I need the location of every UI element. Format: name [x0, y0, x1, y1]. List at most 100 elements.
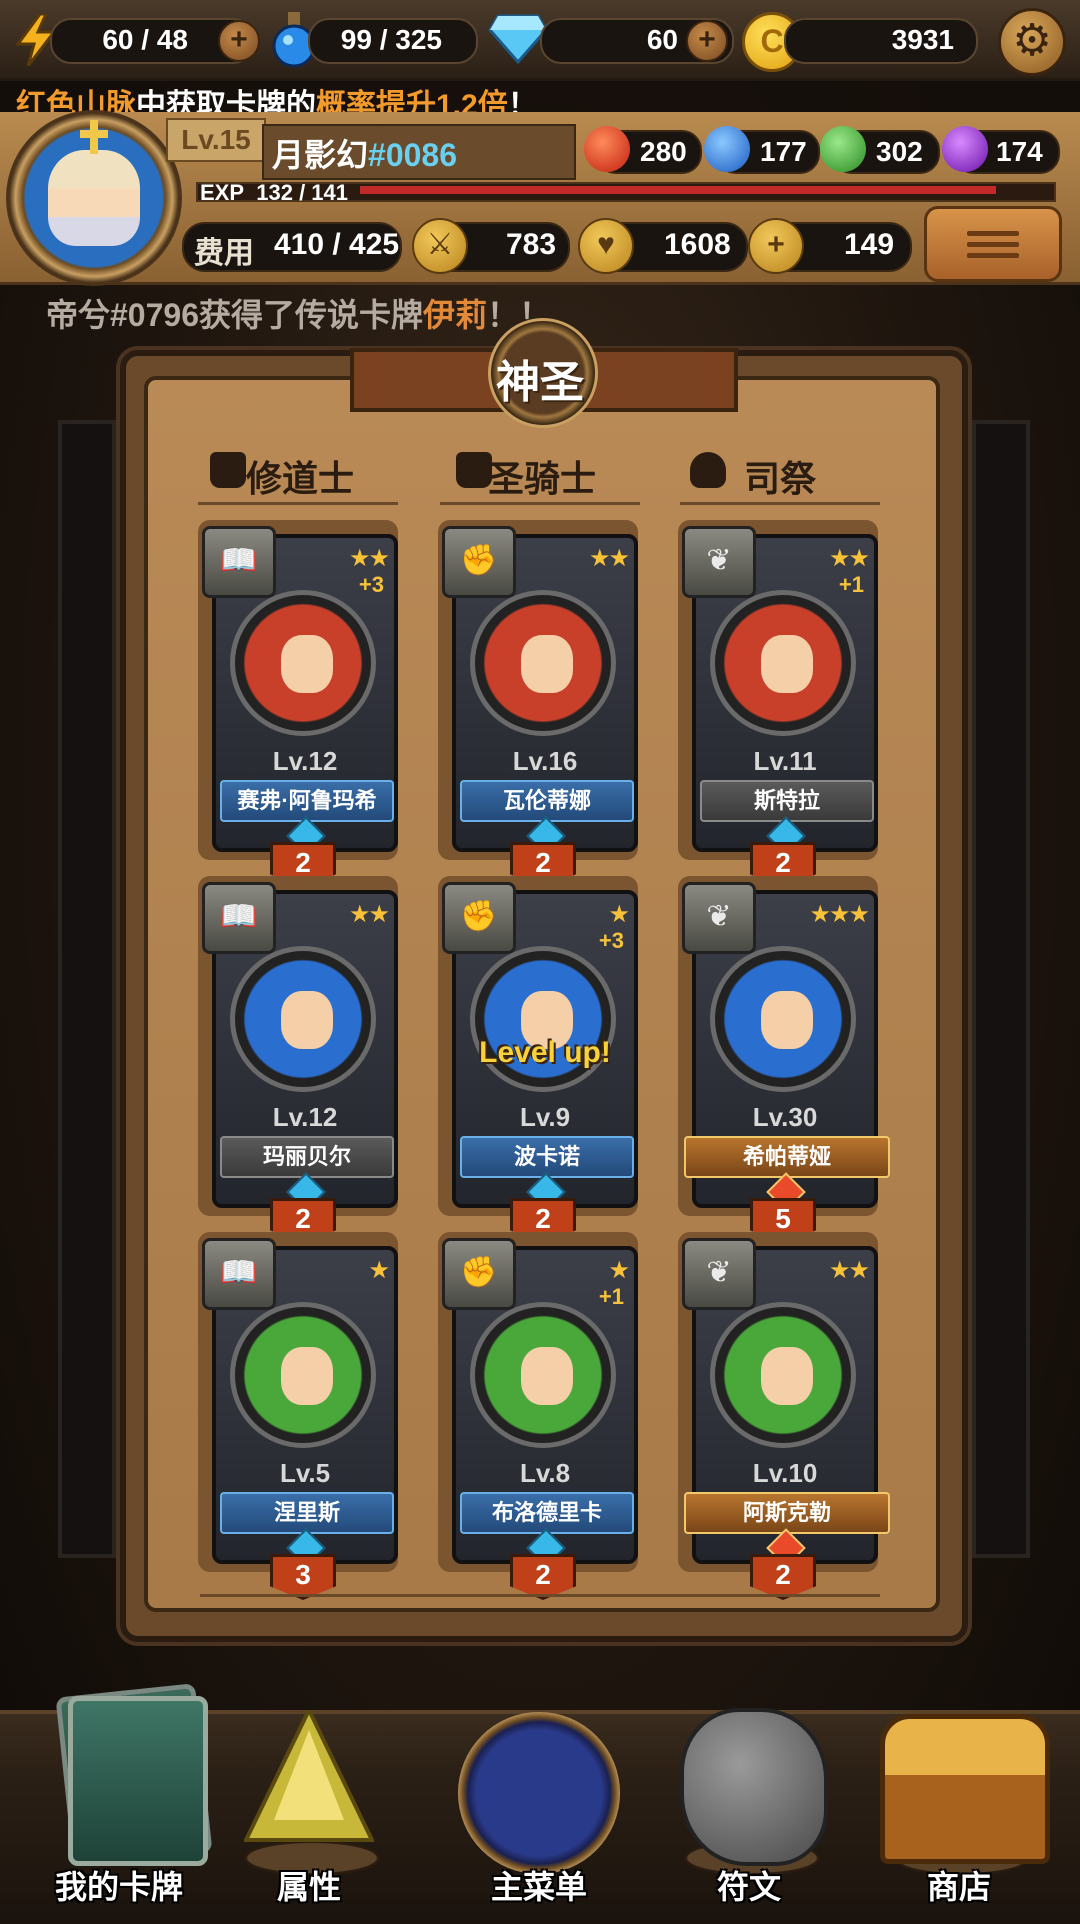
hero-portrait — [710, 590, 856, 736]
gear-icon: ⚙ — [1012, 16, 1052, 65]
star-rating: ★★★ — [809, 901, 870, 928]
water-orb-icon — [704, 126, 750, 172]
nature-orb-value: 302 — [876, 136, 923, 167]
card-name: 阿斯克勒 — [684, 1492, 890, 1534]
hero-card[interactable]: ❦ ★★ +1 Lv.11 斯特拉 — [682, 526, 878, 856]
star-rating: ★★ — [348, 545, 390, 572]
class-header-priest: 司祭 — [743, 458, 816, 499]
news-ticker: 帝兮#0796获得了传说卡牌伊莉！！ — [46, 290, 551, 336]
fist-icon: ✊ — [442, 1238, 516, 1310]
hero-portrait — [470, 946, 616, 1092]
hero-card[interactable]: ✊ ★ +3 Level up! Lv.9 波卡诺 — [442, 882, 638, 1212]
hero-card[interactable]: ✊ ★ +1 Lv.8 布洛德里卡 — [442, 1238, 638, 1568]
attack-value: 783 — [506, 228, 557, 261]
player-level: Lv.15 — [166, 118, 266, 162]
resource-bar: 60 / 48 + 99 / 325 60 + C 3931 ⚙ — [0, 0, 1080, 81]
add-energy-button[interactable]: + — [218, 20, 260, 62]
nav-main-menu[interactable]: 主菜单 — [444, 1690, 634, 1905]
rune-stone-icon — [680, 1708, 828, 1866]
class-header-paladin: 圣骑士 — [487, 458, 596, 499]
card-plus-bonus: +3 — [598, 928, 624, 953]
nav-main-menu-label: 主菜单 — [490, 1869, 587, 1905]
nav-my-cards[interactable]: 我的卡牌 — [24, 1683, 214, 1905]
star-rating: ★★ — [348, 901, 390, 928]
fire-orb-icon — [584, 126, 630, 172]
hero-card[interactable]: ❦ ★★★ Lv.30 希帕蒂娅 — [682, 882, 890, 1212]
hero-card[interactable]: 📖 ★★ Lv.12 玛丽贝尔 — [202, 882, 398, 1212]
cross-icon — [80, 120, 108, 154]
triangle-crystal-icon — [242, 1705, 376, 1850]
card-name: 布洛德里卡 — [460, 1492, 634, 1534]
hero-face — [281, 635, 333, 693]
hero-portrait — [470, 1302, 616, 1448]
card-level: Lv.10 — [752, 1458, 818, 1488]
card-level: Lv.5 — [279, 1458, 331, 1488]
hero-card[interactable]: 📖 ★★ +3 Lv.12 赛弗·阿鲁玛希 — [202, 526, 398, 856]
card-name: 希帕蒂娅 — [684, 1136, 890, 1178]
heart-icon: ♥ — [578, 218, 634, 274]
hero-face — [761, 991, 813, 1049]
star-rating: ★★ — [828, 545, 870, 572]
news-prefix: 帝兮#0796获得了传说卡牌 — [46, 297, 423, 333]
avatar-portrait — [48, 150, 140, 246]
card-name: 赛弗·阿鲁玛希 — [220, 780, 394, 822]
card-level: Lv.12 — [272, 1102, 338, 1132]
left-pillar — [58, 420, 116, 1558]
nav-attributes-label: 属性 — [276, 1869, 341, 1905]
nav-runes[interactable]: 符文 — [654, 1690, 844, 1905]
card-name: 波卡诺 — [460, 1136, 634, 1178]
hamburger-menu-button[interactable] — [924, 206, 1062, 282]
card-plus-bonus: +1 — [838, 572, 864, 597]
right-pillar — [972, 420, 1030, 1558]
card-name: 瓦伦蒂娜 — [460, 780, 634, 822]
hero-face — [521, 1347, 573, 1405]
diamond-icon — [488, 14, 548, 65]
hero-portrait — [230, 1302, 376, 1448]
exp-text: EXP 132 / 141 — [200, 180, 348, 206]
settings-gear-button[interactable]: ⚙ — [998, 8, 1066, 76]
add-diamond-button[interactable]: + — [686, 20, 728, 62]
book-icon: 📖 — [202, 882, 276, 954]
star-rating: ★★ — [588, 545, 630, 572]
cost-label: 费用 — [194, 237, 254, 270]
star-rating: ★ — [608, 1257, 629, 1284]
hero-portrait — [470, 590, 616, 736]
card-level: Lv.8 — [519, 1458, 571, 1488]
wings-icon: ❦ — [682, 882, 756, 954]
nav-my-cards-label: 我的卡牌 — [54, 1869, 183, 1905]
hero-face — [521, 635, 573, 693]
water-orb-value: 177 — [760, 136, 807, 167]
card-level: Lv.12 — [272, 746, 338, 776]
card-plus-bonus: +3 — [358, 572, 384, 597]
gold-value: 3931 — [891, 24, 954, 55]
diamond-value: 60 — [646, 24, 678, 55]
hero-card[interactable]: ❦ ★★ Lv.10 阿斯克勒 — [682, 1238, 890, 1568]
emblem-icon — [458, 1712, 620, 1874]
level-up-label: Level up! — [479, 1036, 611, 1069]
card-level: Lv.9 — [519, 1102, 571, 1132]
nature-orb-icon — [820, 126, 866, 172]
hero-card[interactable]: 📖 ★ Lv.5 涅里斯 — [202, 1238, 398, 1568]
player-id: #0086 — [368, 137, 457, 173]
hero-portrait — [230, 946, 376, 1092]
grid-bottom-divider — [200, 1594, 880, 1597]
hero-face — [281, 1347, 333, 1405]
menu-icon-line — [967, 253, 1019, 258]
dark-orb-value: 174 — [996, 136, 1043, 167]
player-name-text: 月影幻 — [272, 137, 369, 173]
hero-card[interactable]: ✊ ★★ Lv.16 瓦伦蒂娜 — [442, 526, 638, 856]
card-level: Lv.16 — [512, 746, 578, 776]
menu-icon-line — [967, 242, 1019, 247]
treasure-chest-icon — [880, 1714, 1050, 1864]
card-name: 涅里斯 — [220, 1492, 394, 1534]
wings-icon: ❦ — [682, 1238, 756, 1310]
hero-face — [761, 1347, 813, 1405]
news-card-name: 伊莉 — [423, 297, 488, 333]
deck-title: 神圣 — [496, 358, 584, 407]
class-divider — [198, 502, 398, 505]
hero-face — [761, 635, 813, 693]
potion-value: 99 / 325 — [340, 24, 442, 55]
nav-attributes[interactable]: 属性 — [214, 1690, 404, 1905]
nav-shop[interactable]: 商店 — [864, 1690, 1054, 1905]
card-name: 斯特拉 — [700, 780, 874, 822]
